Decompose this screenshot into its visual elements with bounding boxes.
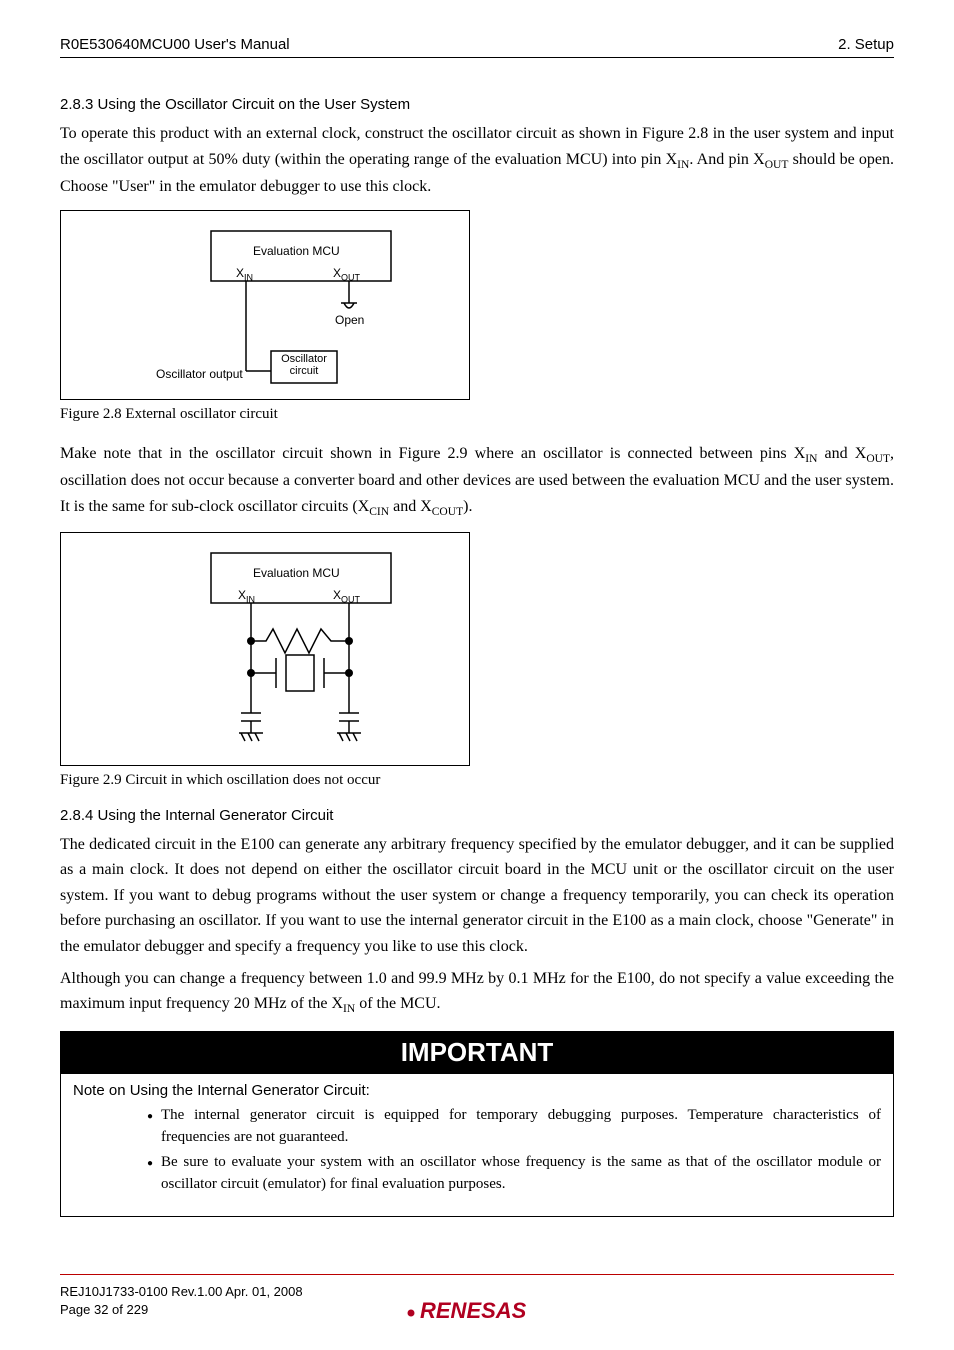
subscript: IN — [246, 594, 255, 604]
text-run: ). — [463, 498, 472, 515]
body-text: To operate this product with an external… — [60, 121, 894, 200]
subscript: IN — [805, 453, 817, 465]
text-run: Make note that in the oscillator circuit… — [60, 445, 805, 462]
figure-2-9: Evaluation MCU XIN XOUT — [60, 532, 470, 766]
label-xout: XOUT — [333, 588, 360, 604]
label-osc-circuit: Oscillator circuit — [279, 353, 329, 377]
body-text: Make note that in the oscillator circuit… — [60, 441, 894, 522]
label-xin: XIN — [236, 266, 253, 282]
list-item: The internal generator circuit is equipp… — [147, 1105, 881, 1149]
important-banner: IMPORTANT — [60, 1031, 894, 1074]
subscript: IN — [343, 1003, 355, 1015]
text-run: of the MCU. — [355, 995, 440, 1012]
body-text: The dedicated circuit in the E100 can ge… — [60, 832, 894, 960]
text-run: Oscillator — [281, 353, 327, 365]
section-2-8-3: 2.8.3 Using the Oscillator Circuit on th… — [60, 96, 894, 789]
section-2-8-4: 2.8.4 Using the Internal Generator Circu… — [60, 807, 894, 1019]
label-evaluation-mcu: Evaluation MCU — [253, 244, 340, 258]
figure-caption: Figure 2.8 External oscillator circuit — [60, 406, 894, 423]
subscript: OUT — [765, 159, 789, 171]
text-run: Although you can change a frequency betw… — [60, 970, 894, 1013]
note-title: Note on Using the Internal Generator Cir… — [73, 1082, 881, 1099]
subscript: OUT — [341, 594, 360, 604]
page-header: R0E530640MCU00 User's Manual 2. Setup — [60, 36, 894, 58]
subscript: COUT — [432, 506, 463, 518]
body-text: Although you can change a frequency betw… — [60, 966, 894, 1019]
subscript: OUT — [866, 453, 890, 465]
text-run: X — [333, 266, 341, 280]
subscript: CIN — [369, 506, 389, 518]
doc-title: R0E530640MCU00 User's Manual — [60, 36, 290, 53]
footer-rule — [60, 1274, 894, 1275]
figure-caption: Figure 2.9 Circuit in which oscillation … — [60, 772, 894, 789]
note-list: The internal generator circuit is equipp… — [73, 1105, 881, 1196]
label-open: Open — [335, 313, 364, 327]
text-run: X — [333, 588, 341, 602]
subscript: IN — [677, 159, 689, 171]
subscript: IN — [244, 272, 253, 282]
figure-2-8: Evaluation MCU XIN XOUT Open Oscillator … — [60, 210, 470, 400]
text-run: circuit — [290, 365, 319, 377]
text-run: . And pin X — [689, 151, 764, 168]
label-evaluation-mcu: Evaluation MCU — [253, 566, 340, 580]
figure-2-8-svg — [61, 211, 471, 401]
text-run: X — [238, 588, 246, 602]
section-heading: 2.8.3 Using the Oscillator Circuit on th… — [60, 96, 894, 113]
text-run: and X — [389, 498, 432, 515]
subscript: OUT — [341, 272, 360, 282]
label-osc-output: Oscillator output — [156, 367, 243, 381]
section-heading: 2.8.4 Using the Internal Generator Circu… — [60, 807, 894, 824]
text-run: X — [236, 266, 244, 280]
important-box: Note on Using the Internal Generator Cir… — [60, 1074, 894, 1217]
label-xout: XOUT — [333, 266, 360, 282]
chapter-title: 2. Setup — [838, 36, 894, 53]
label-xin: XIN — [238, 588, 255, 604]
list-item: Be sure to evaluate your system with an … — [147, 1152, 881, 1196]
page-footer: REJ10J1733-0100 Rev.1.00 Apr. 01, 2008 P… — [60, 1274, 894, 1328]
text-run: and X — [817, 445, 866, 462]
svg-text:RENESAS: RENESAS — [420, 1298, 527, 1323]
